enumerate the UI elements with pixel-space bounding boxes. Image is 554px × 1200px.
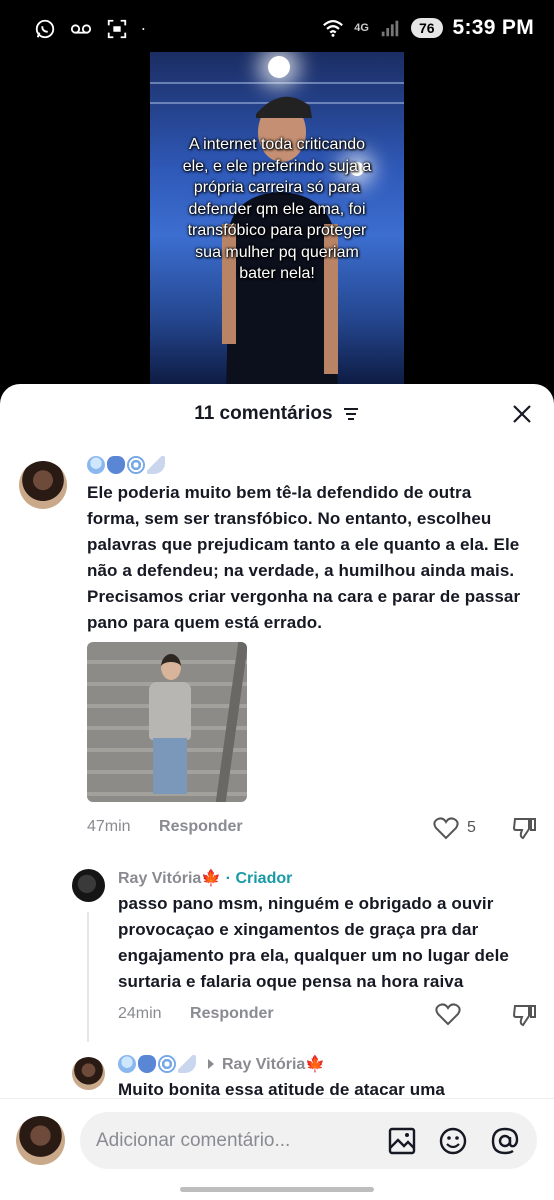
status-right-icons: 4G 76 5:39 PM (322, 16, 534, 40)
wing-emoji-icon (147, 456, 165, 474)
dislike-icon[interactable] (512, 1002, 538, 1028)
avatar[interactable] (72, 1057, 105, 1090)
heart-icon (433, 817, 459, 840)
like-button[interactable]: 5 (433, 816, 476, 840)
video-player[interactable]: A internet toda criticando ele, e ele pr… (150, 52, 404, 387)
reply-button[interactable]: Responder (190, 1005, 274, 1022)
wing-emoji-icon (178, 1055, 196, 1073)
avatar[interactable] (72, 869, 105, 902)
reply-header: Ray Vitória🍁 (118, 1054, 325, 1074)
separator: · (225, 870, 231, 887)
mention-icon[interactable] (490, 1126, 520, 1156)
emoji-icon[interactable] (438, 1126, 468, 1156)
hamsa-emoji-icon (138, 1055, 156, 1073)
like-count: 5 (467, 819, 476, 836)
reply-text: passo pano msm, ninguém e obrigado a ouv… (118, 894, 509, 991)
reply-to-username[interactable]: Ray Vitória🍁 (222, 1054, 325, 1074)
reply-meta: 24min Responder (118, 1005, 274, 1023)
caret-right-icon (208, 1059, 214, 1069)
avatar[interactable] (19, 461, 67, 509)
reply-time: 24min (118, 1005, 162, 1022)
comments-sheet: 11 comentários Ele poderia muito bem tê-… (0, 384, 554, 1200)
jellyfish-emoji-icon (87, 456, 105, 474)
my-avatar[interactable] (16, 1116, 65, 1165)
comment-image[interactable] (87, 642, 247, 802)
user-badges[interactable] (87, 456, 165, 474)
clock: 5:39 PM (452, 16, 534, 39)
comment-item: Ele poderia muito bem tê-la defendido de… (0, 384, 554, 854)
dot-icon (142, 28, 145, 30)
home-indicator (180, 1187, 374, 1192)
dislike-icon[interactable] (512, 815, 538, 841)
comment-input-pill[interactable] (80, 1112, 537, 1169)
reply-item: Ray Vitória🍁 · Criador passo pano msm, n… (0, 854, 554, 1054)
voicemail-icon (70, 24, 92, 34)
reply-button[interactable]: Responder (159, 818, 243, 835)
spiral-emoji-icon (158, 1055, 176, 1073)
comment-text: Ele poderia muito bem tê-la defendido de… (87, 483, 521, 632)
signal-icon (381, 20, 399, 37)
creator-badge: Criador (235, 870, 293, 887)
username[interactable]: Ray Vitória🍁 (118, 870, 221, 887)
comment-composer (0, 1098, 554, 1200)
spiral-emoji-icon (127, 456, 145, 474)
network-type: 4G (354, 21, 369, 34)
video-caption: A internet toda criticando ele, e ele pr… (182, 136, 372, 282)
status-left-icons (34, 18, 150, 40)
comment-input[interactable] (96, 1112, 376, 1169)
whatsapp-icon (35, 19, 55, 39)
status-bar: 4G 76 5:39 PM (0, 0, 554, 56)
image-icon[interactable] (387, 1126, 417, 1156)
jellyfish-emoji-icon (118, 1055, 136, 1073)
comment-time: 47min (87, 818, 131, 835)
scan-icon (107, 19, 127, 39)
battery-indicator: 76 (410, 18, 443, 38)
hamsa-emoji-icon (107, 456, 125, 474)
reply-header: Ray Vitória🍁 · Criador (118, 868, 292, 888)
comment-meta: 47min Responder (87, 818, 243, 836)
heart-icon[interactable] (435, 1002, 461, 1026)
wifi-icon (323, 20, 344, 37)
